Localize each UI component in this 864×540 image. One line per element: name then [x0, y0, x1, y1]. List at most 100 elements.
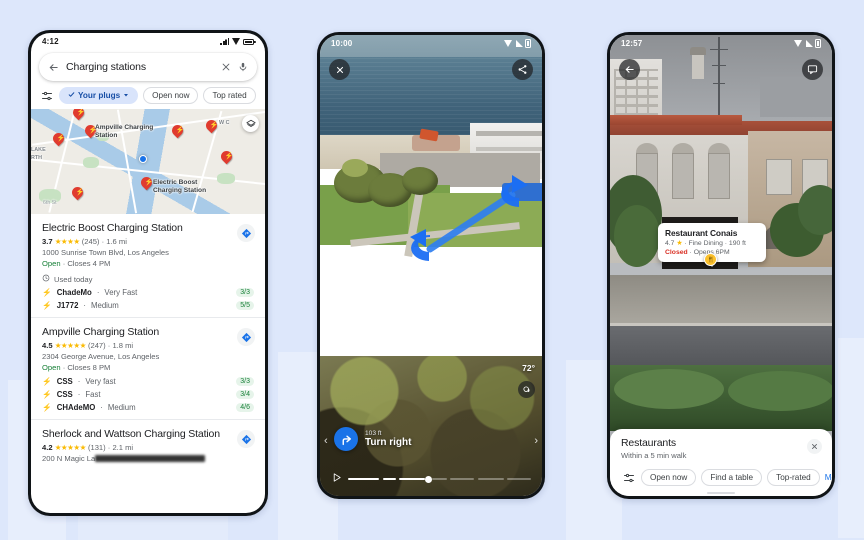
poi-meta-row: 4.7 ★ · Fine Dining · 190 ft	[665, 239, 746, 247]
result-card-ampville[interactable]: Ampville Charging Station 4.5 ★★★★★ (247…	[31, 318, 265, 420]
result-card-sherlock-wattson[interactable]: Sherlock and Wattson Charging Station 4.…	[31, 420, 265, 471]
immersive-scene[interactable]: 10:00 72° ‹ 103 ft Turn right ›	[320, 35, 542, 496]
plug-type: CSS	[56, 390, 73, 399]
restaurant-pin-icon[interactable]	[704, 253, 717, 266]
ev-charger-pin-icon[interactable]: ⚡	[218, 148, 235, 165]
chip-your-plugs[interactable]: Your plugs	[59, 87, 139, 104]
signal-icon	[805, 40, 813, 47]
results-list[interactable]: Electric Boost Charging Station 3.7 ★★★★…	[31, 214, 265, 471]
ev-charger-pin-icon[interactable]: ⚡	[69, 184, 86, 201]
chip-top-rated[interactable]: Top rated	[203, 87, 256, 104]
ev-charger-pin-icon[interactable]: ⚡	[138, 174, 155, 191]
message-feedback-icon[interactable]	[802, 59, 823, 80]
rating-value: 4.5	[42, 341, 53, 350]
scene-tree-highlight	[342, 159, 368, 177]
plug-icon: ⚡	[42, 403, 52, 412]
scene-roof	[610, 115, 742, 125]
map-canvas[interactable]: ⚡ ⚡ ⚡ ⚡ ⚡ ⚡ ⚡ ⚡ Ampville Charging Statio…	[31, 109, 265, 214]
scene-sidewalk	[610, 275, 832, 323]
plug-row: ⚡ CSS · Very fast 3/3	[42, 377, 254, 386]
chip-label: Find a table	[710, 473, 754, 482]
more-link[interactable]: More	[825, 473, 832, 482]
microphone-icon[interactable]	[238, 62, 248, 72]
plug-availability: 5/5	[236, 301, 254, 310]
result-card-electric-boost[interactable]: Electric Boost Charging Station 3.7 ★★★★…	[31, 214, 265, 318]
poi-distance: 190 ft	[728, 239, 746, 247]
poi-title: Restaurant Conais	[665, 228, 738, 238]
bottom-sheet[interactable]: Restaurants Within a 5 min walk Open now…	[610, 429, 832, 496]
timeline-knob[interactable]	[424, 475, 432, 483]
filter-tune-icon[interactable]	[621, 470, 636, 485]
back-arrow-icon[interactable]	[619, 59, 640, 80]
map-street-label: LAKE	[31, 147, 46, 153]
scene-hedge-detail	[614, 369, 724, 409]
result-rating-row: 4.5 ★★★★★ (247) · 1.8 mi	[42, 341, 134, 350]
result-address: 2304 George Avenue, Los Angeles	[42, 352, 160, 361]
filter-tune-icon[interactable]	[39, 88, 54, 103]
timeline-segment	[382, 477, 396, 481]
wifi-icon	[504, 40, 513, 47]
map-label-ampville: Ampville Charging Station	[95, 124, 154, 139]
timeline-scrubber[interactable]	[320, 470, 542, 488]
search-bar[interactable]: Charging stations	[39, 53, 257, 81]
result-title: Electric Boost Charging Station	[42, 222, 183, 234]
search-input[interactable]: Charging stations	[66, 61, 214, 73]
scene-window	[708, 153, 730, 199]
timeline-segment	[507, 477, 531, 481]
open-status: Open	[42, 363, 61, 372]
share-icon[interactable]	[512, 59, 533, 80]
directions-icon[interactable]	[237, 430, 255, 448]
map-layers-icon[interactable]	[242, 115, 259, 132]
result-hours-row: Open · Closes 8 PM	[42, 363, 111, 372]
partly-cloudy-icon[interactable]	[518, 381, 535, 398]
phone-immersive-view: 10:00 72° ‹ 103 ft Turn right ›	[317, 32, 545, 499]
star-icon: ★★★★★	[54, 443, 87, 452]
filter-chip-row: Your plugs Open now Top rated	[31, 81, 265, 109]
ev-charger-pin-icon[interactable]: ⚡	[50, 130, 67, 147]
chevron-left-icon[interactable]: ‹	[324, 435, 328, 447]
chip-label: Top rated	[212, 91, 247, 100]
result-address: 1000 Sunrise Town Blvd, Los Angeles	[42, 248, 169, 257]
phone2-screen: 10:00 72° ‹ 103 ft Turn right ›	[320, 35, 542, 496]
street-view-scene[interactable]: 12:57 Restaurant Conais 4.7 ★ · Fine Din…	[610, 35, 832, 496]
chip-find-a-table[interactable]: Find a table	[701, 469, 763, 486]
back-arrow-icon[interactable]	[48, 62, 59, 73]
turn-right-icon	[334, 427, 358, 451]
map-park	[83, 157, 99, 168]
sheet-drag-handle[interactable]	[707, 491, 735, 494]
used-today-label: Used today	[54, 274, 93, 284]
play-icon[interactable]	[331, 470, 342, 488]
chevron-right-icon[interactable]: ›	[534, 435, 538, 447]
navigation-distance: 103 ft	[365, 429, 382, 437]
chip-open-now[interactable]: Open now	[143, 87, 199, 104]
timeline-segment	[477, 477, 504, 481]
navigation-instruction[interactable]: ‹ 103 ft Turn right ›	[320, 427, 542, 451]
ev-charger-pin-icon[interactable]: ⚡	[203, 117, 220, 134]
star-icon: ★★★★	[54, 237, 80, 246]
screenshot-stage: 4:12 Charging stations Your plugs Open n…	[0, 0, 864, 540]
close-icon[interactable]	[807, 439, 822, 454]
chip-top-rated[interactable]: Top-rated	[767, 469, 820, 486]
timeline-track[interactable]	[348, 475, 531, 483]
review-count: (131)	[87, 443, 106, 452]
directions-icon[interactable]	[237, 224, 255, 242]
close-icon[interactable]	[221, 62, 231, 72]
plug-speed: Fast	[85, 390, 101, 399]
directions-icon[interactable]	[237, 328, 255, 346]
scene-building-detail	[476, 147, 542, 151]
check-icon	[68, 91, 75, 100]
ev-charger-pin-icon[interactable]: ⚡	[70, 109, 87, 121]
poi-status: Closed	[665, 249, 688, 256]
plug-availability: 3/3	[236, 288, 254, 297]
plug-row: ⚡ ChadeMo · Very Fast 3/3	[42, 288, 254, 297]
timeline-segment	[450, 477, 475, 481]
review-count: (247)	[87, 341, 106, 350]
timeline-segment	[399, 477, 425, 481]
wifi-icon	[794, 40, 803, 47]
battery-icon	[243, 38, 256, 45]
ev-charger-pin-icon[interactable]: ⚡	[169, 122, 186, 139]
close-icon[interactable]	[329, 59, 350, 80]
scene-antenna-bar	[712, 65, 726, 67]
navigation-text-block: 103 ft Turn right	[365, 430, 411, 449]
chip-open-now[interactable]: Open now	[641, 469, 697, 486]
